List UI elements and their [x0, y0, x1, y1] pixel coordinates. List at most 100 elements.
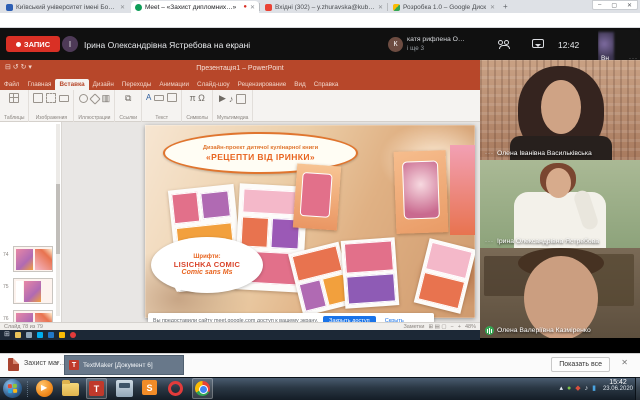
presenter-drive-icon[interactable] — [59, 332, 65, 338]
self-view-video[interactable]: Вн ··· — [598, 30, 640, 64]
presenter-skype-icon[interactable] — [37, 332, 43, 338]
presenter-folder-icon[interactable] — [15, 332, 21, 338]
tab-university[interactable]: Київський університет імені Бо… ✕ — [2, 1, 129, 13]
downloaded-file-name[interactable]: Захист маг… — [24, 360, 66, 367]
tray-app-icon[interactable]: ◆ — [575, 381, 580, 396]
group-label: Текст — [155, 115, 168, 121]
tray-volume-icon[interactable]: ♪ — [585, 381, 589, 396]
slide-number: 74 — [3, 252, 9, 258]
video-tile-yastrebova[interactable]: ··· Ірина Олександрівна Ястребова — [480, 160, 640, 248]
tray-expand-icon[interactable]: ▴ — [560, 381, 564, 396]
tab-close-icon[interactable]: ✕ — [120, 4, 125, 11]
group-label: Изображения — [36, 115, 67, 121]
ribbon-tab-animations[interactable]: Анимации — [155, 79, 193, 90]
online-pictures-icon[interactable] — [46, 93, 56, 103]
participant-name: Олена Іванівна Васильківська — [497, 150, 592, 157]
opera-icon[interactable] — [168, 381, 183, 396]
shelf-close-icon[interactable]: ✕ — [621, 358, 628, 367]
tab-close-icon[interactable]: ✕ — [250, 4, 255, 11]
recording-badge: ЗАПИС — [6, 36, 60, 52]
ribbon-tab-insert-selected[interactable]: Вставка — [55, 79, 88, 90]
video-tile-vasylkivska[interactable]: ··· Олена Іванівна Васильківська — [480, 60, 640, 160]
presenter-taskbar: ⊞ — [0, 330, 480, 340]
tab-drive[interactable]: Розробка 1.0 – Google Диск ✕ — [389, 1, 499, 13]
presenter-start-icon[interactable]: ⊞ — [4, 330, 10, 340]
chart-icon[interactable]: ▥ — [102, 93, 111, 104]
minimize-icon[interactable]: – — [598, 2, 601, 8]
textbox-icon[interactable] — [154, 95, 164, 101]
audio-icon[interactable]: ♪ — [229, 94, 234, 104]
tile-menu-icon[interactable]: ··· — [485, 239, 494, 245]
video-tile-kazmirenko[interactable]: Олена Валеріївна Казміренко — [480, 248, 640, 338]
ribbon-tab-review[interactable]: Рецензирование — [234, 79, 291, 90]
notes-button[interactable]: Заметки — [403, 324, 424, 330]
tab-close-icon[interactable]: ✕ — [490, 4, 495, 11]
downloaded-file-icon — [8, 358, 19, 371]
tab-title: Київський університет імені Бо… — [16, 4, 117, 11]
wordart-icon[interactable]: А — [146, 93, 151, 102]
start-button[interactable] — [3, 379, 22, 398]
ribbon-tab-transitions[interactable]: Переходы — [118, 79, 156, 90]
shapes-icon[interactable] — [79, 94, 88, 103]
taskbar-clock[interactable]: 15:42 23.06.2020 — [603, 379, 633, 392]
tab-recording-dot-icon: ● — [243, 4, 247, 10]
s-app-icon[interactable]: S — [142, 380, 159, 397]
chrome-taskbar-icon[interactable] — [192, 378, 213, 399]
presenter-edge-icon[interactable] — [48, 332, 54, 338]
chrome-glyph — [195, 381, 210, 396]
ribbon-tab-help[interactable]: Справка — [310, 79, 343, 90]
tab-meet-active[interactable]: Meet – «Захист дипломних…» ● ✕ — [131, 1, 259, 13]
equation-symbol-icons[interactable]: π Ω — [189, 93, 204, 103]
show-desktop-button[interactable] — [635, 377, 640, 400]
recording-dot-icon — [16, 42, 21, 47]
textmaker-taskbar-icon[interactable]: T — [86, 378, 107, 399]
ribbon-tab-bar: Файл Главная Вставка Дизайн Переходы Ани… — [0, 78, 480, 90]
university-favicon-icon — [6, 4, 13, 11]
participant-face — [546, 168, 571, 198]
chat-icon[interactable] — [532, 39, 544, 48]
ribbon-tab-file[interactable]: Файл — [0, 79, 23, 90]
screenshot-icon[interactable] — [59, 95, 69, 102]
participants-icon[interactable] — [498, 40, 512, 49]
restore-icon[interactable]: ▢ — [611, 2, 617, 9]
participant-face — [541, 80, 581, 134]
zoom-out-button[interactable]: − — [451, 324, 454, 330]
slide-thumbnail[interactable] — [13, 278, 53, 304]
presenter-calculator-icon[interactable] — [26, 332, 32, 338]
close-icon[interactable]: ✕ — [627, 2, 632, 9]
screen-recording-icon[interactable] — [236, 94, 246, 104]
textmaker-window-button[interactable]: T TextMaker [Документ 6] — [64, 355, 184, 375]
thumbnail-scrollbar[interactable] — [56, 124, 60, 316]
explorer-folder-icon[interactable] — [62, 383, 79, 396]
view-mode-icons[interactable]: ⊞ ▤ ▢ — [428, 324, 446, 330]
zoom-in-button[interactable]: + — [458, 324, 461, 330]
presenter-opera-icon[interactable] — [70, 332, 76, 338]
ribbon-tab-slideshow[interactable]: Слайд-шоу — [193, 79, 234, 90]
group-label: Ссылки — [119, 115, 137, 121]
ribbon-tab-view[interactable]: Вид — [290, 79, 309, 90]
download-caret-icon[interactable]: ▾ — [56, 360, 59, 367]
hyperlink-icon[interactable]: ⧉ — [125, 93, 131, 104]
picture-icon[interactable] — [33, 93, 43, 103]
new-tab-button[interactable]: + — [503, 2, 508, 11]
tile-menu-icon[interactable]: ··· — [485, 151, 494, 157]
s-app-glyph: S — [142, 380, 157, 395]
smartart-icon[interactable] — [89, 93, 100, 104]
media-player-icon[interactable] — [36, 380, 53, 397]
tray-network-icon[interactable]: ▮ — [592, 381, 596, 396]
table-icon[interactable] — [9, 93, 19, 103]
clock-time: 15:42 — [603, 379, 633, 386]
calculator-icon[interactable] — [116, 380, 133, 397]
video-icon[interactable]: ▶ — [219, 93, 226, 104]
slide-thumbnail[interactable] — [13, 246, 53, 272]
meet-clock: 12:42 — [558, 40, 579, 50]
ribbon-tab-design[interactable]: Дизайн — [89, 79, 118, 90]
book-cover-partial — [450, 145, 475, 235]
slide-thumbnail[interactable] — [13, 310, 53, 322]
show-all-downloads-button[interactable]: Показать все — [551, 357, 610, 372]
header-footer-icon[interactable] — [167, 93, 177, 102]
tab-close-icon[interactable]: ✕ — [378, 4, 383, 11]
tab-gmail[interactable]: Вхідні (302) – y.zhuravska@kub… ✕ — [261, 1, 387, 13]
ribbon-tab-home[interactable]: Главная — [23, 79, 55, 90]
tray-status-icon[interactable]: ● — [567, 381, 571, 396]
